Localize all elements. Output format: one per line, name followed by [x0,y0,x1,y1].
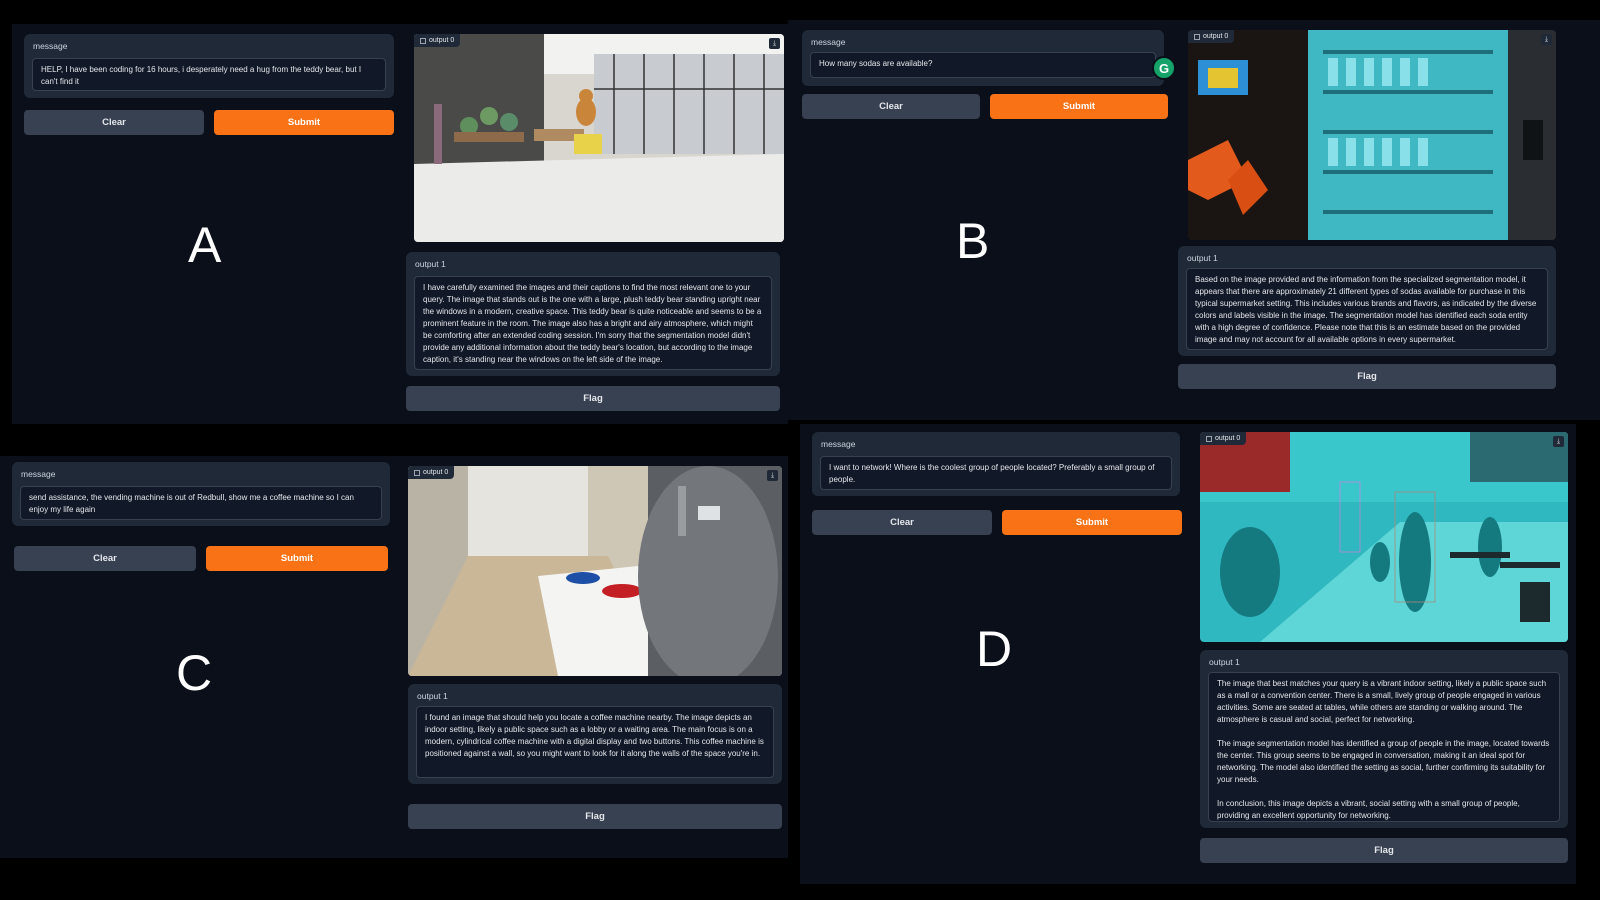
image-icon [1206,435,1212,442]
download-icon[interactable]: ⤓ [1553,436,1564,447]
download-icon[interactable]: ⤓ [1541,34,1552,45]
flag-button[interactable]: Flag [1200,838,1568,863]
output0-label: output 0 [408,466,455,479]
output0-label: output 0 [1200,432,1247,445]
output0-label: output 0 [414,34,461,47]
message-input[interactable]: I want to network! Where is the coolest … [820,456,1172,490]
panel-b: message How many sodas are available? G … [788,20,1600,420]
download-icon[interactable]: ⤓ [769,38,780,49]
message-label: message [811,37,846,47]
flag-button[interactable]: Flag [1178,364,1556,389]
output0-image: output 0 ⤓ [414,34,784,242]
submit-button[interactable]: Submit [206,546,388,571]
message-box: message How many sodas are available? [802,30,1164,86]
submit-button[interactable]: Submit [214,110,394,135]
clear-button[interactable]: Clear [14,546,196,571]
output1-label: output 1 [1209,657,1240,667]
submit-button[interactable]: Submit [990,94,1168,119]
message-box: message HELP, I have been coding for 16 … [24,34,394,98]
panel-letter: C [176,645,213,701]
output1-label: output 1 [1187,253,1218,263]
message-input[interactable]: How many sodas are available? [810,52,1156,78]
output0-image: output 0 ⤓ [1200,432,1568,642]
grammarly-icon[interactable]: G [1152,56,1176,80]
image-icon [414,469,420,476]
output1-label: output 1 [417,691,448,701]
message-box: message send assistance, the vending mac… [12,462,390,526]
image-icon [420,37,426,44]
message-input[interactable]: HELP, I have been coding for 16 hours, i… [32,58,386,91]
message-input[interactable]: send assistance, the vending machine is … [20,486,382,520]
panel-letter: A [188,217,222,273]
panel-d: message I want to network! Where is the … [800,424,1576,884]
output1-text: The image that best matches your query i… [1208,672,1560,822]
output1-box: output 1 The image that best matches you… [1200,650,1568,828]
panel-a: message HELP, I have been coding for 16 … [12,24,788,424]
flag-button[interactable]: Flag [406,386,780,411]
panel-letter: D [976,621,1013,677]
submit-button[interactable]: Submit [1002,510,1182,535]
output1-box: output 1 I found an image that should he… [408,684,782,784]
output1-box: output 1 I have carefully examined the i… [406,252,780,376]
output0-label: output 0 [1188,30,1235,43]
output1-text: Based on the image provided and the info… [1186,268,1548,350]
message-label: message [33,41,68,51]
output0-image: output 0 ⤓ [1188,30,1556,240]
flag-button[interactable]: Flag [408,804,782,829]
message-box: message I want to network! Where is the … [812,432,1180,496]
image-icon [1194,33,1200,40]
output1-text: I found an image that should help you lo… [416,706,774,778]
clear-button[interactable]: Clear [802,94,980,119]
download-icon[interactable]: ⤓ [767,470,778,481]
clear-button[interactable]: Clear [812,510,992,535]
panel-letter: B [956,213,990,269]
clear-button[interactable]: Clear [24,110,204,135]
output1-box: output 1 Based on the image provided and… [1178,246,1556,356]
message-label: message [821,439,856,449]
message-label: message [21,469,56,479]
output0-image: output 0 ⤓ [408,466,782,676]
panel-c: message send assistance, the vending mac… [0,456,788,858]
output1-label: output 1 [415,259,446,269]
output1-text: I have carefully examined the images and… [414,276,772,370]
